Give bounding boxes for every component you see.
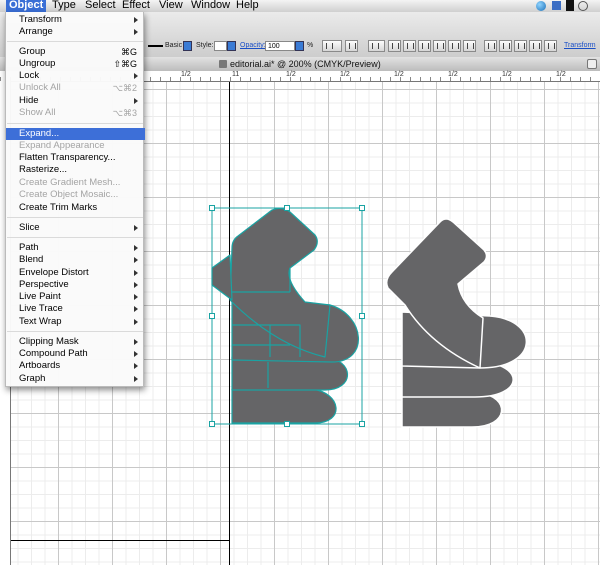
shortcut: ⇧⌘G (113, 59, 137, 69)
menu-item-create-object-mosaic[interactable]: Create Object Mosaic... (6, 189, 145, 201)
menu-item-unlock-all[interactable]: Unlock All ⌥⌘2 (6, 82, 145, 94)
menu-item-group[interactable]: Group ⌘G (6, 46, 145, 58)
submenu-arrow-icon (134, 376, 138, 382)
menu-item-expand-appearance[interactable]: Expand Appearance (6, 140, 145, 152)
submenu-arrow-icon (134, 270, 138, 276)
menu-item-clipping-mask[interactable]: Clipping Mask (6, 336, 145, 348)
menu-separator (7, 237, 143, 238)
submenu-arrow-icon (134, 17, 138, 23)
submenu-arrow-icon (134, 339, 138, 345)
submenu-arrow-icon (134, 363, 138, 369)
submenu-arrow-icon (134, 306, 138, 312)
shortcut: ⌥⌘3 (112, 108, 137, 118)
boot-shape-right[interactable] (385, 218, 528, 428)
menu-item-rasterize[interactable]: Rasterize... (6, 164, 145, 176)
menu-item-ungroup[interactable]: Ungroup ⇧⌘G (6, 58, 145, 70)
submenu-arrow-icon (134, 245, 138, 251)
menu-item-graph[interactable]: Graph (6, 373, 145, 385)
boot-shape-left[interactable] (211, 207, 359, 424)
submenu-arrow-icon (134, 282, 138, 288)
menu-item-compound-path[interactable]: Compound Path (6, 348, 145, 360)
menu-item-blend[interactable]: Blend (6, 254, 145, 266)
menu-item-text-wrap[interactable]: Text Wrap (6, 316, 145, 328)
submenu-arrow-icon (134, 98, 138, 104)
menu-item-envelope-distort[interactable]: Envelope Distort (6, 267, 145, 279)
submenu-arrow-icon (134, 73, 138, 79)
shortcut: ⌥⌘2 (112, 83, 137, 93)
menu-separator (7, 41, 143, 42)
submenu-arrow-icon (134, 294, 138, 300)
menu-item-live-trace[interactable]: Live Trace (6, 303, 145, 315)
menu-item-create-gradient-mesh[interactable]: Create Gradient Mesh... (6, 177, 145, 189)
menu-item-show-all[interactable]: Show All ⌥⌘3 (6, 107, 145, 119)
submenu-arrow-icon (134, 225, 138, 231)
menu-separator (7, 123, 143, 124)
menu-item-hide[interactable]: Hide (6, 95, 145, 107)
menu-item-arrange[interactable]: Arrange (6, 26, 145, 38)
menu-item-live-paint[interactable]: Live Paint (6, 291, 145, 303)
submenu-arrow-icon (134, 257, 138, 263)
menu-item-perspective[interactable]: Perspective (6, 279, 145, 291)
submenu-arrow-icon (134, 29, 138, 35)
menu-item-slice[interactable]: Slice (6, 222, 145, 234)
menu-item-flatten-transparency[interactable]: Flatten Transparency... (6, 152, 145, 164)
menu-separator (7, 331, 143, 332)
menu-item-artboards[interactable]: Artboards (6, 360, 145, 372)
submenu-arrow-icon (134, 319, 138, 325)
menu-item-lock[interactable]: Lock (6, 70, 145, 82)
menu-item-transform[interactable]: Transform (6, 14, 145, 26)
menu-item-create-trim-marks[interactable]: Create Trim Marks (6, 202, 145, 214)
menu-item-expand[interactable]: Expand... (6, 128, 145, 140)
submenu-arrow-icon (134, 351, 138, 357)
object-menu-dropdown: Transform Arrange Group ⌘G Ungroup ⇧⌘G Loc… (5, 12, 145, 387)
shortcut: ⌘G (120, 47, 137, 57)
menu-separator (7, 217, 143, 218)
menu-item-path[interactable]: Path (6, 242, 145, 254)
